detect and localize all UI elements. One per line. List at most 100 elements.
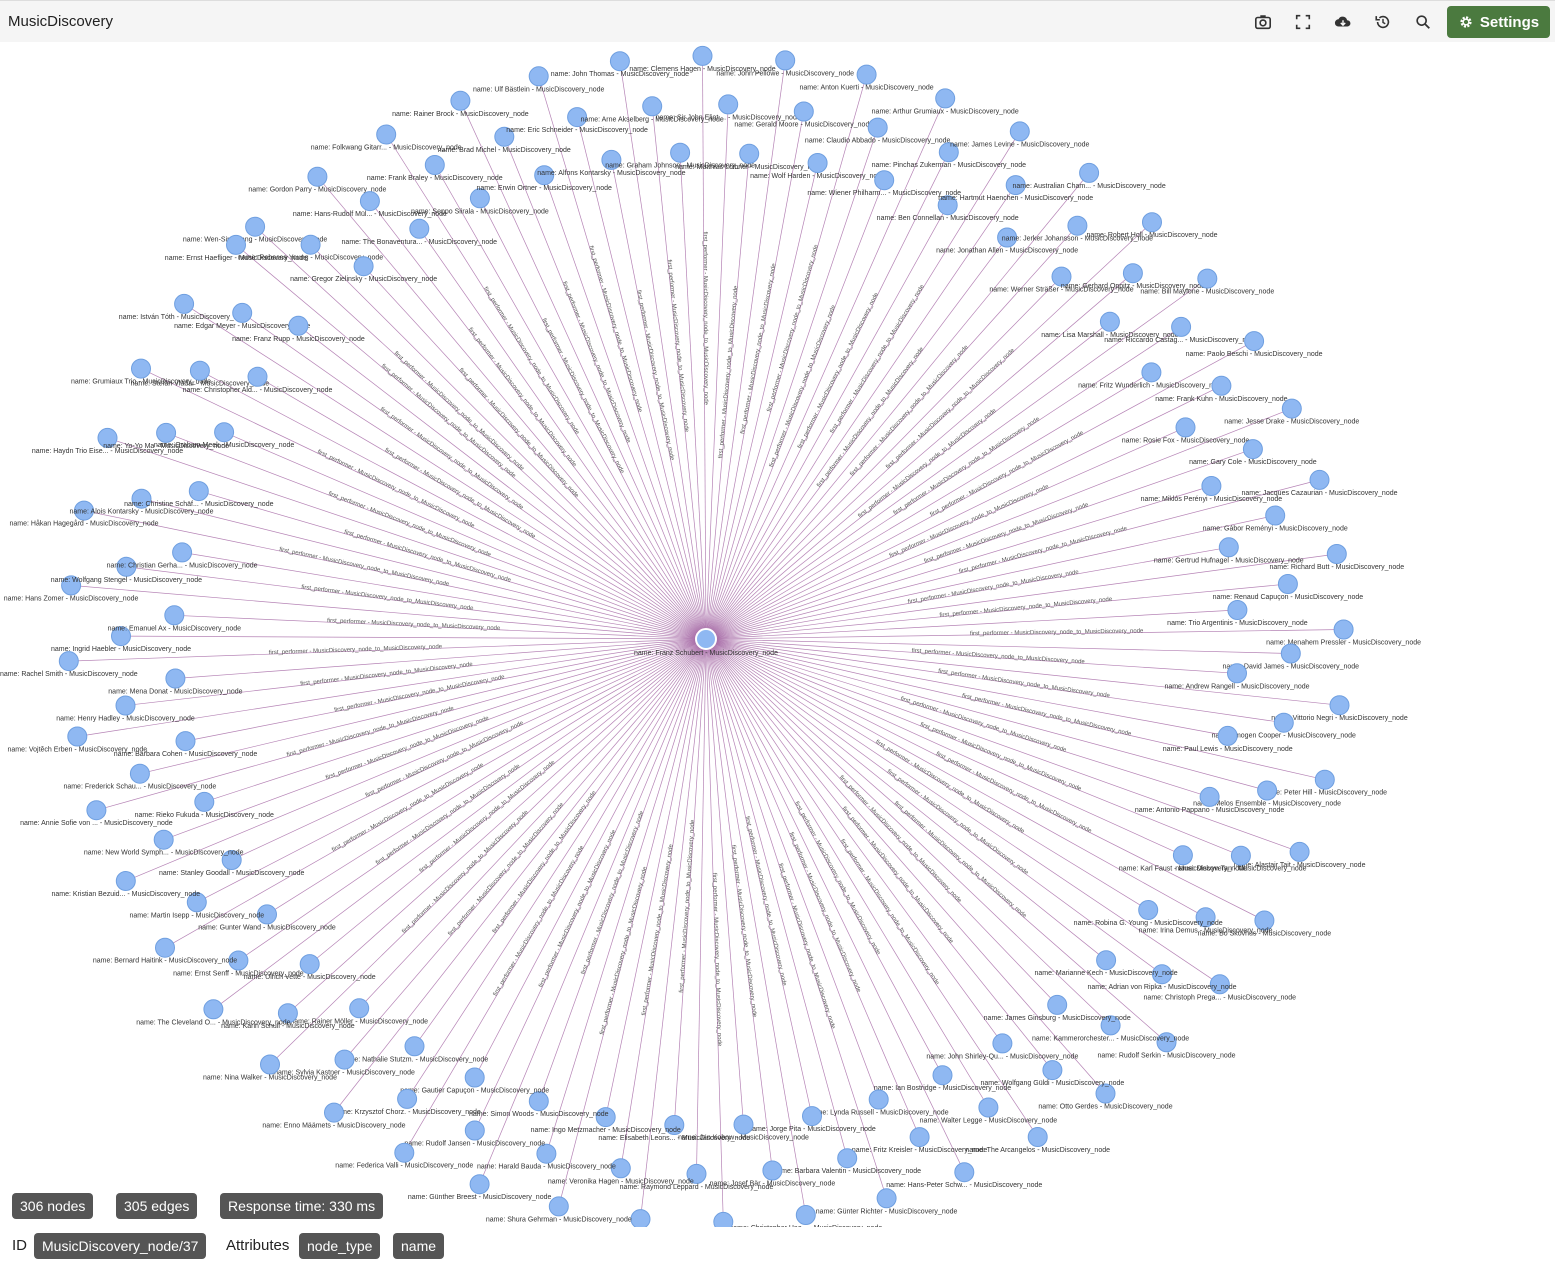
graph-node[interactable] [376,124,397,145]
graph-node[interactable] [718,94,739,115]
history-button[interactable] [1367,6,1399,38]
graph-node[interactable] [67,726,88,747]
graph-node[interactable] [1277,574,1298,594]
graph-node[interactable] [954,1162,975,1183]
graph-node[interactable] [1079,162,1100,183]
graph-node[interactable] [1027,1127,1048,1147]
graph-node[interactable] [397,1088,418,1109]
graph-edge[interactable] [705,172,1090,640]
graph-edge[interactable] [213,638,707,1010]
graph-node[interactable] [909,1127,930,1148]
graph-node[interactable] [1230,845,1251,866]
graph-node[interactable] [307,166,328,187]
graph-node[interactable] [1273,712,1294,733]
graph-node[interactable] [1281,398,1302,419]
graph-node[interactable] [876,1188,897,1209]
graph-node[interactable] [1333,619,1354,640]
graph-node[interactable] [1201,476,1222,496]
attribute-node-type-badge[interactable]: node_type [299,1233,381,1259]
graph-node[interactable] [334,1049,355,1070]
graph-node[interactable] [1172,845,1193,866]
graph-node[interactable] [409,218,430,239]
graph-node[interactable] [1244,331,1265,352]
graph-edge[interactable] [705,272,1134,640]
graph-node[interactable] [874,170,895,191]
graph-node[interactable] [359,191,380,212]
graph-node[interactable] [349,998,370,1019]
graph-node[interactable] [245,216,266,237]
graph-node[interactable] [795,1205,816,1225]
graph-node[interactable] [175,731,196,752]
graph-node[interactable] [156,422,177,443]
attribute-name-badge[interactable]: name [393,1233,445,1259]
graph-node[interactable] [86,800,107,821]
center-node[interactable] [695,628,717,650]
graph-node[interactable] [1042,1060,1063,1081]
graph-node[interactable] [762,1160,783,1181]
graph-node[interactable] [978,1097,999,1118]
graph-node[interactable] [630,1209,651,1227]
graph-node[interactable] [115,871,136,891]
graph-node[interactable] [353,256,374,277]
graph-node[interactable] [692,45,713,66]
graph-node[interactable] [1326,544,1347,564]
graph-canvas[interactable]: first_performer - MusicDiscovery_node_to… [0,42,1555,1227]
fullscreen-button[interactable] [1287,6,1319,38]
graph-node[interactable] [153,829,174,850]
graph-node[interactable] [214,422,235,443]
graph-node[interactable] [288,315,309,336]
graph-node[interactable] [1227,600,1248,620]
graph-node[interactable] [528,66,549,87]
graph-node[interactable] [165,668,186,689]
graph-edge[interactable] [125,638,707,882]
graph-edge[interactable] [705,638,1291,654]
graph-node[interactable] [807,153,828,173]
graph-node[interactable] [58,651,79,672]
graph-edge[interactable] [479,638,707,1185]
graph-edge[interactable] [120,635,707,640]
graph-node[interactable] [528,1091,549,1112]
graph-node[interactable] [856,64,877,85]
graph-node[interactable] [1122,263,1143,284]
graph-edge[interactable] [705,127,879,640]
graph-node[interactable] [548,1196,569,1217]
graph-node[interactable] [802,1106,822,1127]
graph-node[interactable] [172,542,193,563]
graph-node[interactable] [1197,268,1218,289]
graph-node[interactable] [203,999,224,1020]
graph-node[interactable] [1309,469,1330,490]
graph-node[interactable] [164,605,185,626]
graph-edge[interactable] [696,638,707,1174]
graph-node[interactable] [464,1067,485,1088]
graph-node[interactable] [129,763,150,784]
graph-node[interactable] [155,937,175,958]
graph-node[interactable] [1138,900,1159,920]
graph-node[interactable] [174,293,195,314]
graph-node[interactable] [775,50,796,71]
graph-node[interactable] [1142,212,1162,233]
graph-node[interactable] [464,1120,485,1141]
graph-edge[interactable] [576,117,707,640]
graph-node[interactable] [1141,362,1162,383]
graph-node[interactable] [837,1148,858,1169]
graph-edge[interactable] [287,638,707,1014]
graph-node[interactable] [1257,780,1278,801]
graph-edge[interactable] [705,638,848,1159]
graph-node[interactable] [642,96,663,117]
graph-node[interactable] [867,117,888,138]
graph-node[interactable] [992,1033,1013,1054]
graph-node[interactable] [1227,663,1247,684]
graph-node[interactable] [739,143,760,164]
graph-node[interactable] [300,234,321,255]
graph-node[interactable] [1217,725,1238,746]
search-button[interactable] [1407,6,1439,38]
graph-node[interactable] [733,1114,754,1135]
graph-node[interactable] [609,51,630,72]
graph-node[interactable] [1099,311,1120,332]
graph-node[interactable] [1009,121,1030,142]
graph-node[interactable] [935,88,956,109]
graph-node[interactable] [189,360,210,381]
graph-node[interactable] [1067,215,1088,236]
graph-node[interactable] [404,1036,425,1057]
graph-node[interactable] [131,358,151,379]
